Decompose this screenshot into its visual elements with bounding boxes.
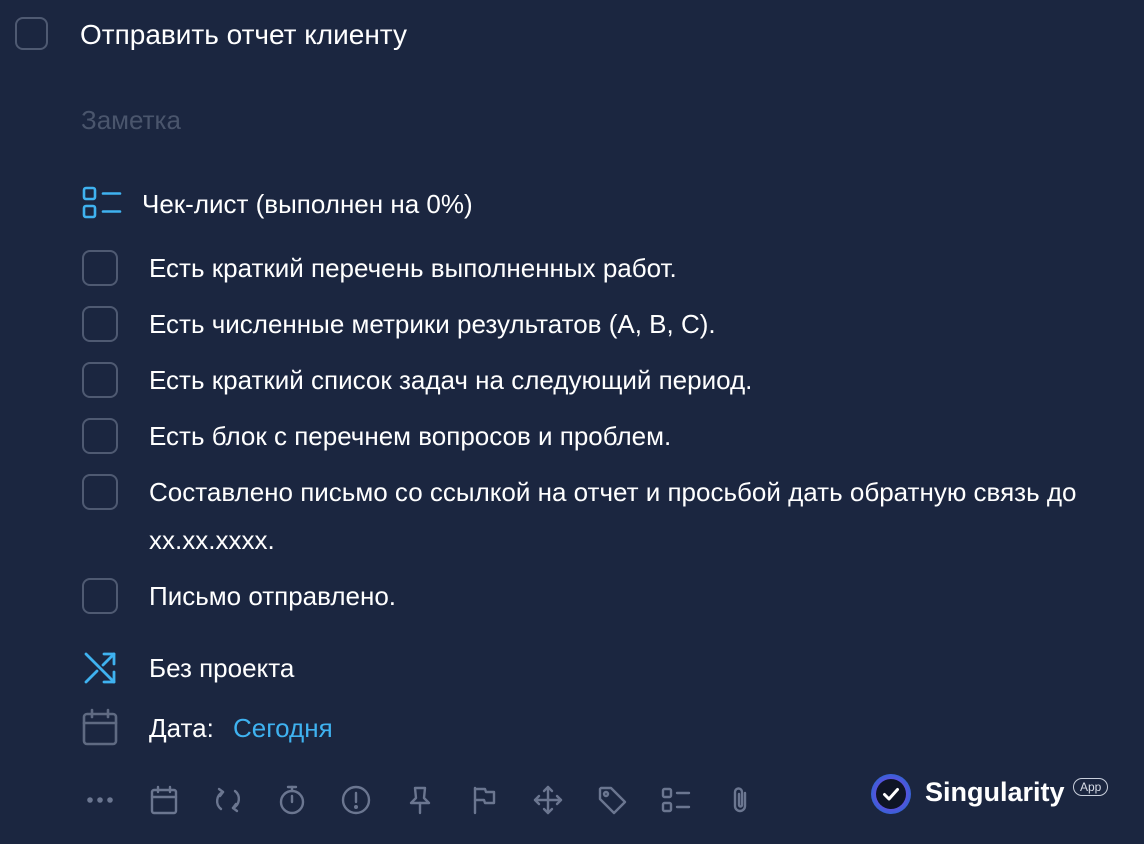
checklist-item-checkbox[interactable] — [82, 306, 118, 342]
attachment-icon[interactable] — [722, 782, 758, 818]
checklist-item-label[interactable]: Составлено письмо со ссылкой на отчет и … — [149, 468, 1089, 564]
note-field[interactable]: Заметка — [81, 104, 181, 136]
checklist-title: Чек-лист (выполнен на 0%) — [142, 189, 473, 219]
date-value[interactable]: Сегодня — [233, 712, 333, 744]
checklist-item-checkbox[interactable] — [82, 474, 118, 510]
checklist-item-checkbox[interactable] — [82, 418, 118, 454]
pin-icon[interactable] — [402, 782, 438, 818]
tag-icon[interactable] — [594, 782, 630, 818]
checklist-icon — [82, 186, 122, 220]
checklist-item-label[interactable]: Есть блок с перечнем вопросов и проблем. — [149, 412, 1089, 460]
singularity-logo — [870, 773, 912, 815]
checklist-item-checkbox[interactable] — [82, 578, 118, 614]
checklist-item-label[interactable]: Есть краткий перечень выполненных работ. — [149, 244, 1089, 292]
repeat-icon[interactable] — [210, 782, 246, 818]
date-label: Дата: — [149, 713, 214, 743]
priority-icon[interactable] — [338, 782, 374, 818]
checklist-item-checkbox[interactable] — [82, 362, 118, 398]
more-icon[interactable] — [82, 782, 118, 818]
timer-icon[interactable] — [274, 782, 310, 818]
shuffle-icon[interactable] — [82, 650, 118, 686]
checklist-item-label[interactable]: Есть численные метрики результатов (А, В… — [149, 300, 1089, 348]
project-label[interactable]: Без проекта — [149, 652, 294, 684]
move-icon[interactable] — [530, 782, 566, 818]
calendar-icon[interactable] — [82, 708, 118, 746]
task-checkbox[interactable] — [15, 17, 48, 50]
task-title[interactable]: Отправить отчет клиенту — [80, 18, 407, 52]
checklist-item-label[interactable]: Есть краткий список задач на следующий п… — [149, 356, 1089, 404]
checklist-icon[interactable] — [658, 782, 694, 818]
calendar-icon[interactable] — [146, 782, 182, 818]
brand-name: Singularity — [925, 777, 1065, 807]
checklist-item-checkbox[interactable] — [82, 250, 118, 286]
flag-icon[interactable] — [466, 782, 502, 818]
checklist-item-label[interactable]: Письмо отправлено. — [149, 572, 1089, 620]
app-badge: App — [1073, 778, 1109, 796]
